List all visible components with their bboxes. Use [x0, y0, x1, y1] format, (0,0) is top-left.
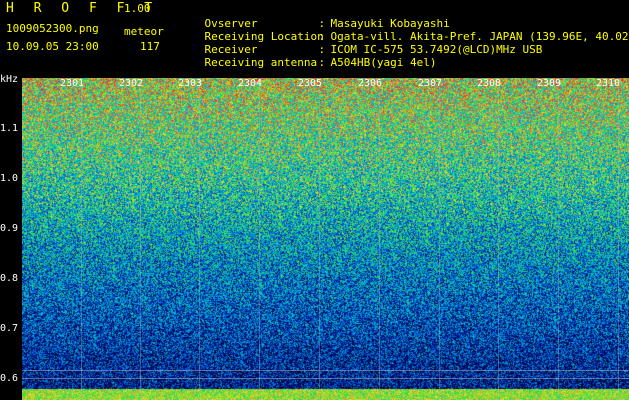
time-tick-label: 2301: [60, 78, 85, 89]
time-gridline: [319, 78, 320, 400]
time-tick-label: 2303: [178, 78, 203, 89]
time-tick-label: 2302: [119, 78, 144, 89]
time-gridline: [199, 78, 200, 400]
observation-datetime: 10.09.05 23:00: [6, 40, 99, 53]
time-tick-label: 2305: [298, 78, 323, 89]
time-tick-label: 2307: [418, 78, 443, 89]
info-value: A504HB(yagi 4el): [330, 56, 437, 69]
frequency-gridline: [22, 370, 629, 371]
time-tick-label: 2304: [238, 78, 263, 89]
header-panel: H R O F F T 1.00 1009052300.png meteor 1…: [0, 0, 629, 78]
observation-mode: meteor: [124, 25, 164, 38]
spectrogram-canvas: [22, 78, 629, 400]
y-label: 0.7: [0, 323, 19, 334]
y-label: 0.6: [0, 373, 19, 384]
time-tick-label: 2310: [596, 78, 621, 89]
info-key: Receiving antenna: [204, 56, 318, 69]
app-version: 1.00: [124, 2, 151, 15]
time-gridline: [259, 78, 260, 400]
time-gridline: [618, 78, 619, 400]
time-gridline: [439, 78, 440, 400]
info-antenna: Receiving antenna: A504HB(yagi 4el): [178, 43, 437, 82]
time-gridline: [140, 78, 141, 400]
time-gridline: [498, 78, 499, 400]
frequency-unit-label: kHz: [0, 74, 19, 85]
meteor-count: 117: [140, 40, 160, 53]
time-gridline: [379, 78, 380, 400]
waterfall-area: kHz 1.1 1.0 0.9 0.8 0.7 0.6 2301 2302 23…: [0, 74, 629, 400]
y-label: 0.8: [0, 273, 19, 284]
time-gridline: [81, 78, 82, 400]
frequency-gridline: [22, 378, 629, 379]
y-label: 0.9: [0, 223, 19, 234]
time-tick-label: 2308: [477, 78, 502, 89]
y-label: 1.1: [0, 123, 19, 134]
image-filename: 1009052300.png: [6, 22, 99, 35]
time-tick-label: 2309: [537, 78, 562, 89]
info-colon: :: [318, 56, 326, 69]
time-tick-label: 2306: [358, 78, 383, 89]
time-gridline: [558, 78, 559, 400]
y-label: 1.0: [0, 173, 19, 184]
